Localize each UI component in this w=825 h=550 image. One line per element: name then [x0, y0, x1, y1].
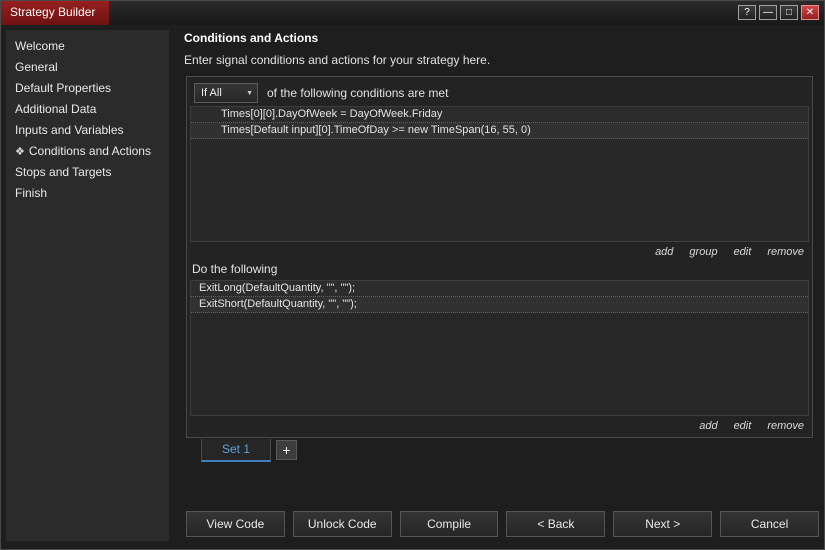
strategy-builder-window: Strategy Builder ? — □ ✕ Welcome General…	[0, 0, 825, 550]
page-subtitle: Enter signal conditions and actions for …	[184, 53, 491, 67]
set-tabs: Set 1 +	[201, 439, 297, 462]
sidebar-item-label: Inputs and Variables	[15, 123, 124, 137]
bottom-button-row: View Code Unlock Code Compile < Back Nex…	[186, 511, 819, 537]
cancel-button[interactable]: Cancel	[720, 511, 819, 537]
conditions-list[interactable]: Times[0][0].DayOfWeek = DayOfWeek.Friday…	[190, 106, 809, 242]
view-code-button[interactable]: View Code	[186, 511, 285, 537]
help-button[interactable]: ?	[738, 5, 756, 20]
actions-list[interactable]: ExitLong(DefaultQuantity, "", ""); ExitS…	[190, 280, 809, 416]
condition-row[interactable]: Times[Default input][0].TimeOfDay >= new…	[191, 123, 808, 139]
titlebar: Strategy Builder ? — □ ✕	[1, 1, 824, 25]
condition-mode-dropdown[interactable]: If All ▼	[194, 83, 258, 103]
sidebar-item-label: Default Properties	[15, 81, 112, 95]
actions-remove-link[interactable]: remove	[767, 420, 804, 432]
sidebar-item-general[interactable]: General	[6, 57, 169, 78]
condition-set-panel: If All ▼ of the following conditions are…	[186, 76, 813, 438]
diamond-icon: ❖	[15, 146, 25, 158]
back-button[interactable]: < Back	[506, 511, 606, 537]
sidebar-item-welcome[interactable]: Welcome	[6, 36, 169, 57]
tab-set-1[interactable]: Set 1	[201, 439, 271, 462]
chevron-down-icon: ▼	[246, 89, 253, 97]
actions-links: add edit remove	[699, 420, 804, 432]
compile-button[interactable]: Compile	[399, 511, 499, 537]
conditions-met-label: of the following conditions are met	[267, 86, 449, 100]
conditions-group-link[interactable]: group	[689, 246, 717, 258]
minimize-button[interactable]: —	[759, 5, 777, 20]
close-button[interactable]: ✕	[801, 5, 819, 20]
conditions-add-link[interactable]: add	[655, 246, 673, 258]
condition-row[interactable]: Times[0][0].DayOfWeek = DayOfWeek.Friday	[191, 107, 808, 123]
sidebar-item-label: General	[15, 60, 58, 74]
condition-mode-row: If All ▼ of the following conditions are…	[194, 83, 448, 103]
next-button[interactable]: Next >	[613, 511, 713, 537]
sidebar-item-label: Conditions and Actions	[28, 144, 151, 158]
sidebar-item-label: Welcome	[15, 39, 65, 53]
sidebar-item-label: Stops and Targets	[15, 165, 112, 179]
unlock-code-button[interactable]: Unlock Code	[292, 511, 392, 537]
actions-edit-link[interactable]: edit	[734, 420, 752, 432]
add-set-tab[interactable]: +	[276, 440, 297, 460]
conditions-remove-link[interactable]: remove	[767, 246, 804, 258]
sidebar-item-label: Finish	[15, 186, 48, 200]
sidebar-item-stops-and-targets[interactable]: Stops and Targets	[6, 162, 169, 183]
maximize-button[interactable]: □	[780, 5, 798, 20]
sidebar-item-label: Additional Data	[15, 102, 97, 116]
do-the-following-label: Do the following	[192, 262, 278, 276]
action-row[interactable]: ExitShort(DefaultQuantity, "", "");	[191, 297, 808, 313]
window-title: Strategy Builder	[1, 1, 110, 25]
sidebar-item-default-properties[interactable]: Default Properties	[6, 78, 169, 99]
action-row[interactable]: ExitLong(DefaultQuantity, "", "");	[191, 281, 808, 297]
dropdown-value: If All	[201, 87, 222, 99]
page-title: Conditions and Actions	[184, 31, 319, 45]
sidebar: Welcome General Default Properties Addit…	[6, 30, 169, 541]
conditions-links: add group edit remove	[655, 246, 804, 258]
conditions-edit-link[interactable]: edit	[734, 246, 752, 258]
sidebar-item-additional-data[interactable]: Additional Data	[6, 99, 169, 120]
sidebar-item-finish[interactable]: Finish	[6, 183, 169, 204]
window-controls: ? — □ ✕	[738, 5, 819, 20]
actions-add-link[interactable]: add	[699, 420, 717, 432]
sidebar-item-inputs-and-variables[interactable]: Inputs and Variables	[6, 120, 169, 141]
sidebar-item-conditions-and-actions[interactable]: ❖ Conditions and Actions	[6, 141, 169, 162]
